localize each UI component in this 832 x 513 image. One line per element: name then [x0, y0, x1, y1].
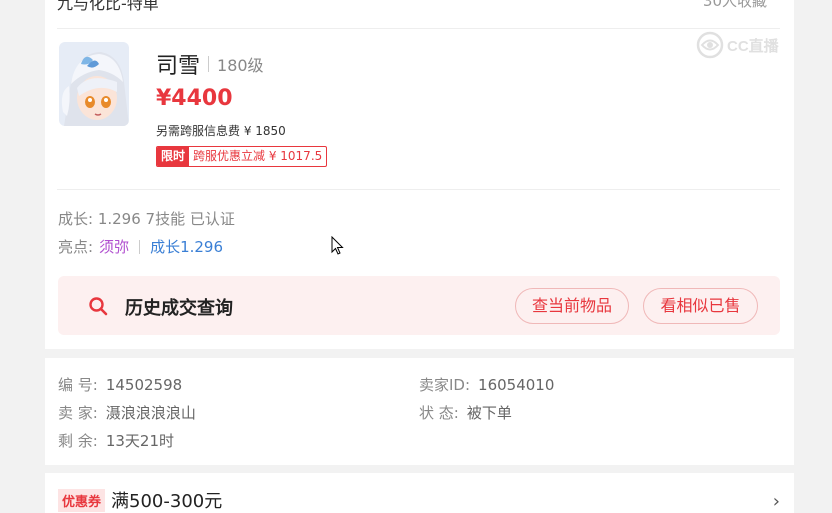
status-label: 状 态:	[419, 404, 459, 422]
view-similar-sold-button[interactable]: 看相似已售	[643, 288, 758, 324]
partial-header-row: 九与化比-特单 30人收藏	[57, 0, 781, 13]
item-info-card: 编 号: 14502598 卖家ID: 16054010 卖 家: 滠浪浪浪浪山 状 …	[45, 358, 794, 465]
highlight-tag-2: 成长1.296	[150, 238, 224, 256]
highlight-label: 亮点:	[58, 238, 94, 256]
promo-badge: 限时 跨服优惠立减 ¥ 1017.5	[156, 146, 328, 167]
name-separator	[208, 56, 210, 72]
seller-id-row: 卖家ID: 16054010	[419, 374, 554, 395]
promo-text: 跨服优惠立减 ¥ 1017.5	[193, 149, 323, 163]
seller-id-value: 16054010	[478, 376, 555, 394]
seller-row: 卖 家: 滠浪浪浪浪山	[58, 402, 196, 423]
character-avatar[interactable]	[59, 42, 129, 126]
watermark-logo: CC直播	[695, 30, 807, 60]
coupon-info: 优惠券 满500-300元	[58, 487, 222, 513]
character-level: 180级	[217, 56, 264, 75]
price: ¥4400	[156, 86, 233, 111]
character-name: 司雪	[156, 54, 201, 79]
remaining-time-label: 剩 余:	[58, 432, 98, 450]
coupon-row[interactable]: 优惠券 满500-300元 ›	[45, 473, 794, 513]
divider	[57, 189, 780, 190]
history-title: 历史成交查询	[125, 298, 233, 319]
watermark-text: CC直播	[727, 37, 780, 55]
character-title: 司雪 180级	[156, 48, 264, 80]
item-card: 九与化比-特单 30人收藏 司雪 180级 ¥4400 另需跨服信息费 ¥ 18…	[45, 0, 794, 349]
seller-id-label: 卖家ID:	[419, 376, 471, 394]
history-query-panel: 历史成交查询 查当前物品 看相似已售	[58, 276, 780, 335]
item-id-row: 编 号: 14502598	[58, 374, 182, 395]
remaining-time-row: 剩 余: 13天21时	[58, 430, 174, 451]
item-id-label: 编 号:	[58, 376, 98, 394]
highlight-tag-1: 须弥	[99, 238, 130, 256]
seller-value: 滠浪浪浪浪山	[105, 404, 196, 422]
seller-label: 卖 家:	[58, 404, 98, 422]
item-id-value: 14502598	[105, 376, 183, 394]
status-value: 被下单	[466, 404, 512, 422]
server-name: 九与化比-特单	[57, 0, 159, 13]
highlight-separator	[139, 239, 141, 254]
status-row: 状 态: 被下单	[419, 402, 512, 423]
coupon-text: 满500-300元	[111, 491, 223, 512]
coupon-badge: 优惠券	[58, 488, 106, 512]
growth-info: 成长: 1.296 7技能 已认证	[58, 210, 235, 228]
cross-server-fee: 另需跨服信息费 ¥ 1850	[156, 124, 286, 138]
mouse-cursor-icon	[331, 236, 344, 255]
query-current-item-button[interactable]: 查当前物品	[515, 288, 629, 324]
search-icon	[89, 297, 108, 316]
limited-time-tag: 限时	[157, 147, 190, 166]
divider	[57, 28, 780, 29]
remaining-time-value: 13天21时	[105, 432, 175, 450]
favorite-count: 30人收藏	[702, 0, 767, 10]
highlight-row: 亮点: 须弥 成长1.296	[58, 236, 223, 257]
